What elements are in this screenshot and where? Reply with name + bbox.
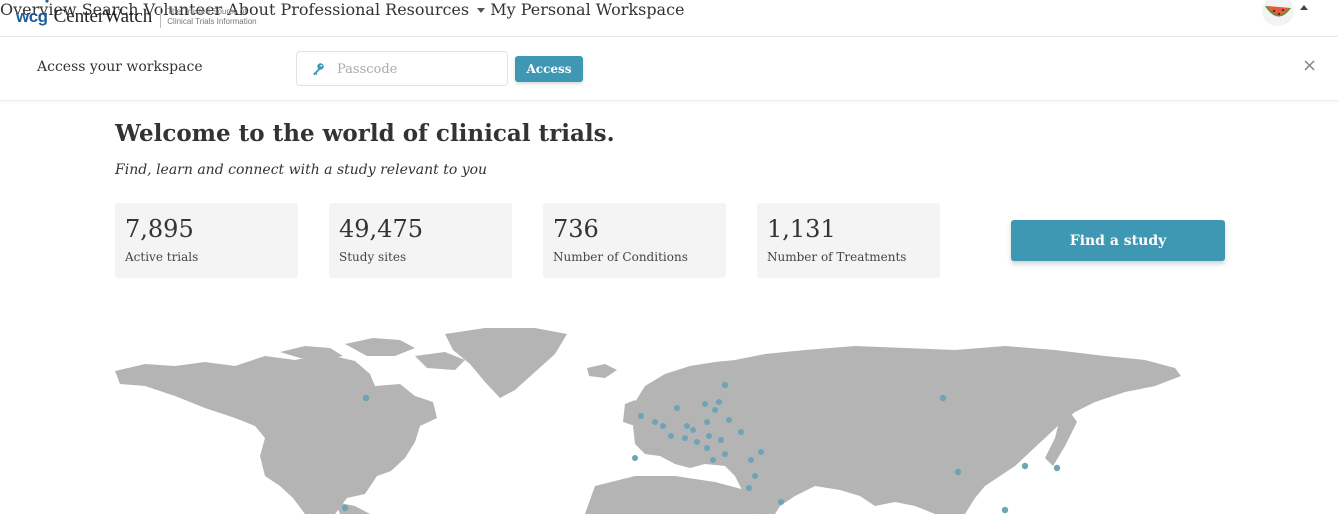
chevron-down-icon — [477, 8, 486, 13]
watermelon-avatar-icon — [1265, 6, 1291, 17]
top-navigation: wcg CenterWatch The Trusted Source of Cl… — [0, 0, 1338, 37]
close-icon[interactable]: × — [1302, 55, 1317, 76]
user-avatar[interactable] — [1262, 0, 1294, 26]
nav-professional-resources[interactable]: Professional Resources — [281, 0, 486, 19]
logo-divider — [160, 6, 162, 28]
logo-dots-icon — [45, 0, 49, 3]
stat-study-sites: 49,475 Study sites — [329, 203, 512, 278]
passcode-input[interactable] — [335, 59, 499, 79]
passcode-field[interactable] — [296, 51, 508, 86]
nav-my-personal-workspace[interactable]: My Personal Workspace — [490, 0, 684, 19]
map-landmass — [115, 328, 1181, 514]
centerwatch-logo[interactable]: wcg CenterWatch The Trusted Source of Cl… — [16, 0, 267, 32]
access-button[interactable]: Access — [515, 56, 583, 82]
stat-value: 1,131 — [767, 215, 836, 243]
stat-treatments: 1,131 Number of Treatments — [757, 203, 940, 278]
page-title: Welcome to the world of clinical trials. — [115, 120, 615, 147]
stat-value: 736 — [553, 215, 599, 243]
find-a-study-button[interactable]: Find a study — [1011, 220, 1225, 261]
stat-value: 49,475 — [339, 215, 423, 243]
stat-label: Study sites — [339, 250, 407, 264]
stat-conditions: 736 Number of Conditions — [543, 203, 726, 278]
logo-name: CenterWatch — [53, 6, 153, 27]
world-map[interactable] — [115, 326, 1181, 514]
chevron-up-icon[interactable] — [1300, 5, 1308, 10]
stat-value: 7,895 — [125, 215, 194, 243]
stat-active-trials: 7,895 Active trials — [115, 203, 298, 278]
key-icon — [313, 63, 324, 76]
logo-tagline: The Trusted Source of Clinical Trials In… — [167, 7, 257, 26]
stat-label: Active trials — [125, 250, 199, 264]
workspace-label: Access your workspace — [37, 59, 203, 75]
workspace-access-bar: Access your workspace Access × — [0, 37, 1338, 101]
stat-label: Number of Treatments — [767, 250, 907, 264]
stat-label: Number of Conditions — [553, 250, 688, 264]
logo-wcg: wcg — [16, 7, 48, 26]
page-subtitle: Find, learn and connect with a study rel… — [115, 162, 488, 178]
nav-professional-resources-label: Professional Resources — [280, 0, 470, 19]
